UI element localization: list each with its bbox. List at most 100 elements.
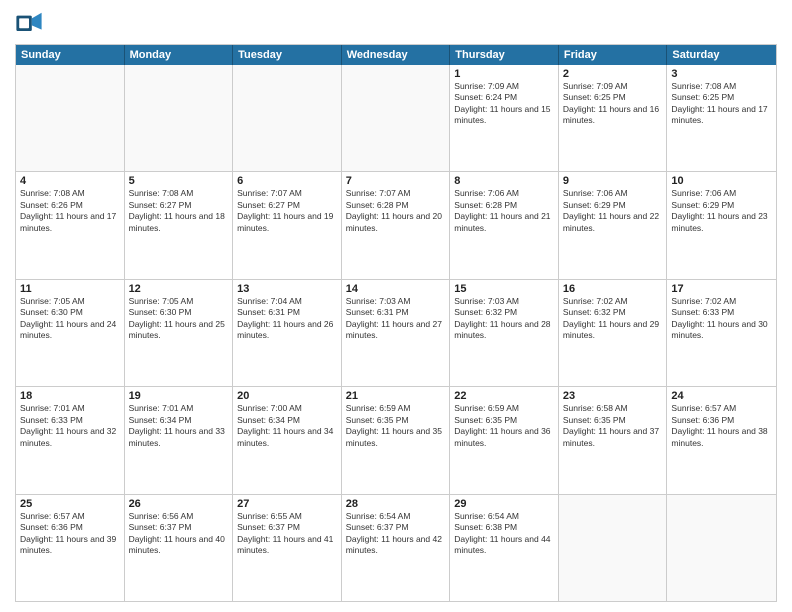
day-1: 1Sunrise: 7:09 AM Sunset: 6:24 PM Daylig… bbox=[450, 65, 559, 171]
day-number: 26 bbox=[129, 498, 229, 510]
day-14: 14Sunrise: 7:03 AM Sunset: 6:31 PM Dayli… bbox=[342, 280, 451, 386]
day-20: 20Sunrise: 7:00 AM Sunset: 6:34 PM Dayli… bbox=[233, 387, 342, 493]
day-10: 10Sunrise: 7:06 AM Sunset: 6:29 PM Dayli… bbox=[667, 172, 776, 278]
calendar-row-2: 11Sunrise: 7:05 AM Sunset: 6:30 PM Dayli… bbox=[16, 279, 776, 386]
day-info: Sunrise: 6:54 AM Sunset: 6:38 PM Dayligh… bbox=[454, 511, 554, 557]
day-info: Sunrise: 6:55 AM Sunset: 6:37 PM Dayligh… bbox=[237, 511, 337, 557]
day-18: 18Sunrise: 7:01 AM Sunset: 6:33 PM Dayli… bbox=[16, 387, 125, 493]
day-number: 4 bbox=[20, 175, 120, 187]
calendar-header: SundayMondayTuesdayWednesdayThursdayFrid… bbox=[16, 45, 776, 65]
day-26: 26Sunrise: 6:56 AM Sunset: 6:37 PM Dayli… bbox=[125, 495, 234, 601]
day-number: 18 bbox=[20, 390, 120, 402]
page: SundayMondayTuesdayWednesdayThursdayFrid… bbox=[0, 0, 792, 612]
day-2: 2Sunrise: 7:09 AM Sunset: 6:25 PM Daylig… bbox=[559, 65, 668, 171]
day-info: Sunrise: 7:09 AM Sunset: 6:24 PM Dayligh… bbox=[454, 81, 554, 127]
calendar-row-0: 1Sunrise: 7:09 AM Sunset: 6:24 PM Daylig… bbox=[16, 65, 776, 171]
day-info: Sunrise: 7:09 AM Sunset: 6:25 PM Dayligh… bbox=[563, 81, 663, 127]
day-info: Sunrise: 6:57 AM Sunset: 6:36 PM Dayligh… bbox=[671, 403, 772, 449]
day-17: 17Sunrise: 7:02 AM Sunset: 6:33 PM Dayli… bbox=[667, 280, 776, 386]
calendar-row-4: 25Sunrise: 6:57 AM Sunset: 6:36 PM Dayli… bbox=[16, 494, 776, 601]
day-number: 1 bbox=[454, 68, 554, 80]
day-7: 7Sunrise: 7:07 AM Sunset: 6:28 PM Daylig… bbox=[342, 172, 451, 278]
day-number: 8 bbox=[454, 175, 554, 187]
day-number: 14 bbox=[346, 283, 446, 295]
day-23: 23Sunrise: 6:58 AM Sunset: 6:35 PM Dayli… bbox=[559, 387, 668, 493]
header-day-wednesday: Wednesday bbox=[342, 45, 451, 65]
day-21: 21Sunrise: 6:59 AM Sunset: 6:35 PM Dayli… bbox=[342, 387, 451, 493]
day-info: Sunrise: 7:07 AM Sunset: 6:28 PM Dayligh… bbox=[346, 188, 446, 234]
empty-cell bbox=[559, 495, 668, 601]
day-24: 24Sunrise: 6:57 AM Sunset: 6:36 PM Dayli… bbox=[667, 387, 776, 493]
day-number: 15 bbox=[454, 283, 554, 295]
header-day-sunday: Sunday bbox=[16, 45, 125, 65]
day-info: Sunrise: 7:01 AM Sunset: 6:33 PM Dayligh… bbox=[20, 403, 120, 449]
day-info: Sunrise: 7:01 AM Sunset: 6:34 PM Dayligh… bbox=[129, 403, 229, 449]
day-info: Sunrise: 6:59 AM Sunset: 6:35 PM Dayligh… bbox=[454, 403, 554, 449]
day-info: Sunrise: 6:58 AM Sunset: 6:35 PM Dayligh… bbox=[563, 403, 663, 449]
day-info: Sunrise: 7:04 AM Sunset: 6:31 PM Dayligh… bbox=[237, 296, 337, 342]
day-22: 22Sunrise: 6:59 AM Sunset: 6:35 PM Dayli… bbox=[450, 387, 559, 493]
day-13: 13Sunrise: 7:04 AM Sunset: 6:31 PM Dayli… bbox=[233, 280, 342, 386]
header-day-tuesday: Tuesday bbox=[233, 45, 342, 65]
day-info: Sunrise: 7:06 AM Sunset: 6:28 PM Dayligh… bbox=[454, 188, 554, 234]
day-5: 5Sunrise: 7:08 AM Sunset: 6:27 PM Daylig… bbox=[125, 172, 234, 278]
day-number: 27 bbox=[237, 498, 337, 510]
day-number: 6 bbox=[237, 175, 337, 187]
day-11: 11Sunrise: 7:05 AM Sunset: 6:30 PM Dayli… bbox=[16, 280, 125, 386]
calendar-body: 1Sunrise: 7:09 AM Sunset: 6:24 PM Daylig… bbox=[16, 65, 776, 601]
day-number: 13 bbox=[237, 283, 337, 295]
day-25: 25Sunrise: 6:57 AM Sunset: 6:36 PM Dayli… bbox=[16, 495, 125, 601]
day-number: 17 bbox=[671, 283, 772, 295]
day-16: 16Sunrise: 7:02 AM Sunset: 6:32 PM Dayli… bbox=[559, 280, 668, 386]
day-info: Sunrise: 7:06 AM Sunset: 6:29 PM Dayligh… bbox=[671, 188, 772, 234]
day-number: 2 bbox=[563, 68, 663, 80]
day-info: Sunrise: 7:06 AM Sunset: 6:29 PM Dayligh… bbox=[563, 188, 663, 234]
day-info: Sunrise: 6:56 AM Sunset: 6:37 PM Dayligh… bbox=[129, 511, 229, 557]
day-number: 5 bbox=[129, 175, 229, 187]
day-info: Sunrise: 7:03 AM Sunset: 6:32 PM Dayligh… bbox=[454, 296, 554, 342]
header-day-friday: Friday bbox=[559, 45, 668, 65]
day-number: 24 bbox=[671, 390, 772, 402]
calendar: SundayMondayTuesdayWednesdayThursdayFrid… bbox=[15, 44, 777, 602]
header bbox=[15, 10, 777, 38]
day-info: Sunrise: 7:03 AM Sunset: 6:31 PM Dayligh… bbox=[346, 296, 446, 342]
calendar-row-3: 18Sunrise: 7:01 AM Sunset: 6:33 PM Dayli… bbox=[16, 386, 776, 493]
day-6: 6Sunrise: 7:07 AM Sunset: 6:27 PM Daylig… bbox=[233, 172, 342, 278]
day-number: 21 bbox=[346, 390, 446, 402]
day-number: 22 bbox=[454, 390, 554, 402]
day-27: 27Sunrise: 6:55 AM Sunset: 6:37 PM Dayli… bbox=[233, 495, 342, 601]
day-info: Sunrise: 7:05 AM Sunset: 6:30 PM Dayligh… bbox=[20, 296, 120, 342]
day-4: 4Sunrise: 7:08 AM Sunset: 6:26 PM Daylig… bbox=[16, 172, 125, 278]
header-day-monday: Monday bbox=[125, 45, 234, 65]
day-9: 9Sunrise: 7:06 AM Sunset: 6:29 PM Daylig… bbox=[559, 172, 668, 278]
empty-cell bbox=[16, 65, 125, 171]
day-number: 10 bbox=[671, 175, 772, 187]
day-info: Sunrise: 7:05 AM Sunset: 6:30 PM Dayligh… bbox=[129, 296, 229, 342]
day-number: 7 bbox=[346, 175, 446, 187]
day-info: Sunrise: 7:02 AM Sunset: 6:32 PM Dayligh… bbox=[563, 296, 663, 342]
calendar-row-1: 4Sunrise: 7:08 AM Sunset: 6:26 PM Daylig… bbox=[16, 171, 776, 278]
day-info: Sunrise: 6:54 AM Sunset: 6:37 PM Dayligh… bbox=[346, 511, 446, 557]
day-info: Sunrise: 6:57 AM Sunset: 6:36 PM Dayligh… bbox=[20, 511, 120, 557]
day-number: 20 bbox=[237, 390, 337, 402]
logo-icon bbox=[15, 10, 43, 38]
day-8: 8Sunrise: 7:06 AM Sunset: 6:28 PM Daylig… bbox=[450, 172, 559, 278]
empty-cell bbox=[125, 65, 234, 171]
day-number: 28 bbox=[346, 498, 446, 510]
day-info: Sunrise: 7:00 AM Sunset: 6:34 PM Dayligh… bbox=[237, 403, 337, 449]
day-15: 15Sunrise: 7:03 AM Sunset: 6:32 PM Dayli… bbox=[450, 280, 559, 386]
day-number: 25 bbox=[20, 498, 120, 510]
day-3: 3Sunrise: 7:08 AM Sunset: 6:25 PM Daylig… bbox=[667, 65, 776, 171]
day-info: Sunrise: 7:02 AM Sunset: 6:33 PM Dayligh… bbox=[671, 296, 772, 342]
day-info: Sunrise: 7:07 AM Sunset: 6:27 PM Dayligh… bbox=[237, 188, 337, 234]
empty-cell bbox=[667, 495, 776, 601]
day-info: Sunrise: 7:08 AM Sunset: 6:27 PM Dayligh… bbox=[129, 188, 229, 234]
day-number: 16 bbox=[563, 283, 663, 295]
day-number: 3 bbox=[671, 68, 772, 80]
day-number: 29 bbox=[454, 498, 554, 510]
day-info: Sunrise: 7:08 AM Sunset: 6:26 PM Dayligh… bbox=[20, 188, 120, 234]
day-28: 28Sunrise: 6:54 AM Sunset: 6:37 PM Dayli… bbox=[342, 495, 451, 601]
day-number: 19 bbox=[129, 390, 229, 402]
day-number: 23 bbox=[563, 390, 663, 402]
day-info: Sunrise: 6:59 AM Sunset: 6:35 PM Dayligh… bbox=[346, 403, 446, 449]
